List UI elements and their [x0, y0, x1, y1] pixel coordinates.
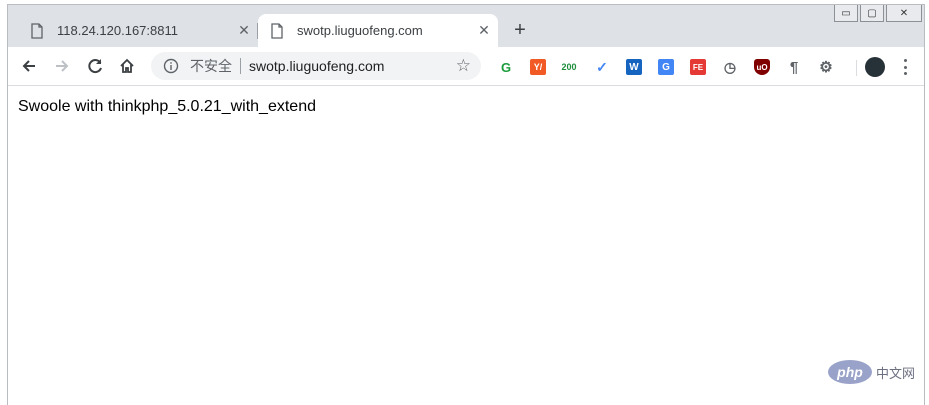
browser-window: ▭ ▢ ✕ 118.24.120.167:8811 ✕ swotp.liuguo…	[7, 4, 925, 405]
translate-ext-icon[interactable]: Y/	[530, 59, 546, 75]
profile-avatar-icon[interactable]	[865, 57, 885, 77]
tab-close-icon[interactable]: ✕	[236, 22, 252, 39]
watermark: php 中文网	[828, 360, 915, 384]
tab-close-icon[interactable]: ✕	[476, 22, 492, 39]
tab-title: 118.24.120.167:8811	[57, 23, 178, 38]
window-controls: ▭ ▢ ✕	[834, 5, 922, 22]
security-label[interactable]: 不安全	[190, 56, 232, 76]
word-ext-icon[interactable]: W	[626, 59, 642, 75]
checkmark-ext-icon[interactable]: ✓	[594, 59, 610, 75]
menu-dots-icon[interactable]	[901, 59, 909, 75]
new-tab-button[interactable]: +	[509, 19, 531, 41]
star-icon[interactable]: ☆	[456, 56, 471, 76]
restore-icon[interactable]: ▢	[860, 5, 884, 22]
tab-inactive[interactable]: 118.24.120.167:8811 ✕	[18, 14, 258, 47]
home-icon[interactable]	[116, 55, 138, 77]
omnibox-divider	[240, 58, 241, 74]
fe-helper-icon[interactable]: FE	[690, 59, 706, 75]
reload-icon[interactable]	[84, 55, 106, 77]
grammarly-icon[interactable]: G	[498, 59, 514, 75]
timer-ext-icon[interactable]: ◷	[722, 59, 738, 75]
tab-title: swotp.liuguofeng.com	[297, 23, 423, 38]
page-icon	[31, 22, 43, 39]
tab-active[interactable]: swotp.liuguofeng.com ✕	[258, 14, 498, 47]
close-icon[interactable]: ✕	[886, 5, 922, 22]
gear-ext-icon[interactable]: ⚙	[818, 59, 834, 76]
google-translate-icon[interactable]: G	[658, 59, 674, 75]
arrow-right-icon[interactable]	[51, 55, 73, 77]
page-content: Swoole with thinkphp_5.0.21_with_extend	[8, 86, 924, 405]
paragraph-ext-icon[interactable]: ¶	[786, 59, 802, 76]
page-icon	[271, 22, 283, 39]
address-bar[interactable]: 不安全 swotp.liuguofeng.com ☆	[151, 52, 481, 80]
toolbar: 不安全 swotp.liuguofeng.com ☆ G Y/ 200 ✓ W …	[8, 47, 924, 86]
url-text[interactable]: swotp.liuguofeng.com	[249, 58, 456, 74]
arrow-left-icon[interactable]	[18, 55, 40, 77]
toolbar-separator	[856, 60, 857, 76]
info-icon[interactable]	[163, 58, 179, 74]
status-200-icon[interactable]: 200	[558, 59, 580, 75]
minimize-icon[interactable]: ▭	[834, 5, 858, 22]
tab-strip: ▭ ▢ ✕ 118.24.120.167:8811 ✕ swotp.liuguo…	[8, 5, 924, 47]
php-logo: php	[828, 360, 872, 384]
watermark-text: 中文网	[876, 365, 916, 381]
page-body-text: Swoole with thinkphp_5.0.21_with_extend	[18, 98, 316, 115]
ublock-icon[interactable]: uO	[754, 59, 770, 75]
